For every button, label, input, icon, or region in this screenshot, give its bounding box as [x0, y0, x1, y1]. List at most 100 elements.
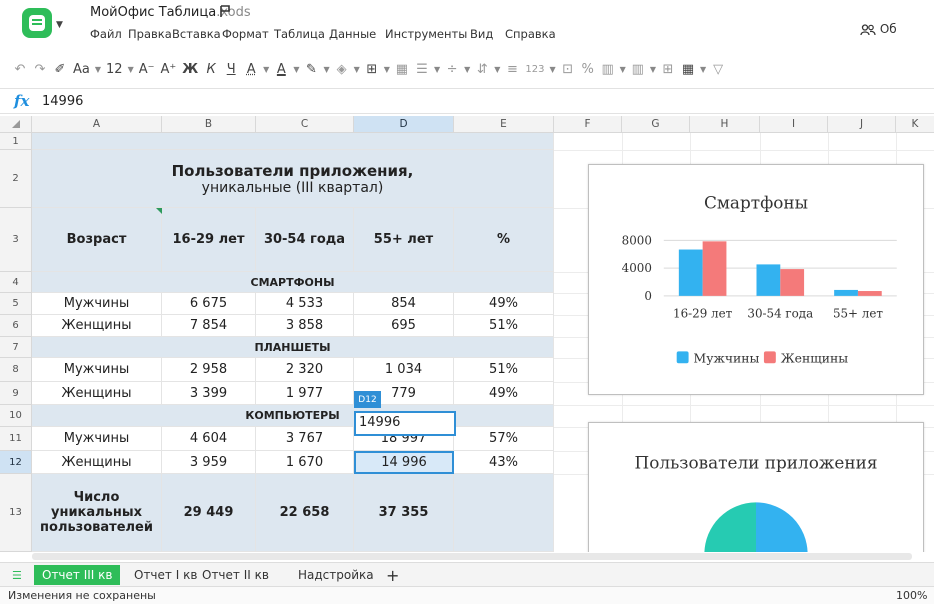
font-size-select[interactable]: 12	[103, 56, 126, 82]
row-header-10[interactable]: 10	[0, 405, 32, 427]
strike-button[interactable]: A	[241, 56, 261, 82]
column-header-c[interactable]: C	[256, 116, 354, 133]
filter-icon[interactable]: ▽	[708, 56, 728, 82]
row-header-1[interactable]: 1	[0, 133, 32, 150]
column-header-a[interactable]: A	[32, 116, 162, 133]
conditional-format-icon[interactable]: ▦	[678, 56, 698, 82]
sheet-tab-addon[interactable]: Надстройка	[290, 565, 382, 585]
cell-b11[interactable]: 4 604	[162, 427, 256, 451]
section-tablets[interactable]: ПЛАНШЕТЫ	[32, 337, 554, 358]
row-header-5[interactable]: 5	[0, 293, 32, 315]
table-title-cell[interactable]: Пользователи приложения, уникальные (III…	[32, 150, 554, 208]
highlight-icon[interactable]: ✎	[301, 56, 321, 82]
chevron-down-icon[interactable]: ▼	[620, 65, 626, 74]
cell-a11[interactable]: Мужчины	[32, 427, 162, 451]
cell-e6[interactable]: 51%	[454, 315, 554, 337]
chevron-down-icon[interactable]: ▼	[384, 65, 390, 74]
column-header-h[interactable]: H	[690, 116, 760, 133]
cell-c6[interactable]: 3 858	[256, 315, 354, 337]
cell-e11[interactable]: 57%	[454, 427, 554, 451]
row-header-12[interactable]: 12	[0, 451, 32, 474]
cell-b8[interactable]: 2 958	[162, 358, 256, 382]
borders-icon[interactable]: ⊞	[362, 56, 382, 82]
cell-c12[interactable]: 1 670	[256, 451, 354, 474]
cell-a12[interactable]: Женщины	[32, 451, 162, 474]
share-button[interactable]: Об	[860, 22, 897, 36]
decimal-icon[interactable]: ⊡	[558, 56, 578, 82]
cell-c9[interactable]: 1 977	[256, 382, 354, 405]
header-55plus[interactable]: 55+ лет	[354, 208, 454, 272]
column-header-i[interactable]: I	[760, 116, 828, 133]
menu-help[interactable]: Справка	[505, 27, 556, 41]
row-header-8[interactable]: 8	[0, 358, 32, 382]
cell-b12[interactable]: 3 959	[162, 451, 256, 474]
cell-d13[interactable]: 37 355	[354, 474, 454, 552]
users-pie-chart[interactable]: Пользователи приложения	[588, 422, 924, 552]
cell-b9[interactable]: 3 399	[162, 382, 256, 405]
decrease-font-button[interactable]: A⁻	[136, 56, 158, 82]
horizontal-scrollbar[interactable]	[32, 553, 912, 560]
cell-a6[interactable]: Женщины	[32, 315, 162, 337]
cell-a9[interactable]: Женщины	[32, 382, 162, 405]
chevron-down-icon[interactable]: ▼	[128, 65, 134, 74]
cell-c13[interactable]: 22 658	[256, 474, 354, 552]
italic-button[interactable]: К	[201, 56, 221, 82]
chevron-down-icon[interactable]: ▼	[650, 65, 656, 74]
column-header-b[interactable]: B	[162, 116, 256, 133]
chevron-down-icon[interactable]: ▼	[95, 65, 101, 74]
menu-tools[interactable]: Инструменты	[385, 27, 467, 41]
table-icon[interactable]: ⊞	[658, 56, 678, 82]
increase-font-button[interactable]: A⁺	[157, 56, 179, 82]
column-header-k[interactable]: K	[896, 116, 934, 133]
row-header-9[interactable]: 9	[0, 382, 32, 405]
header-30-54[interactable]: 30-54 года	[256, 208, 354, 272]
wrap-text-icon[interactable]: ⇵	[472, 56, 492, 82]
cell-e5[interactable]: 49%	[454, 293, 554, 315]
delete-column-icon[interactable]: ▥	[628, 56, 648, 82]
cell-d8[interactable]: 1 034	[354, 358, 454, 382]
sheet-tab-q2[interactable]: Отчет II кв	[194, 565, 277, 585]
sheet-list-icon[interactable]: ☰	[4, 565, 30, 585]
menu-edit[interactable]: Правка	[128, 27, 172, 41]
menu-view[interactable]: Вид	[470, 27, 493, 41]
bold-button[interactable]: Ж	[179, 56, 201, 82]
header-16-29[interactable]: 16-29 лет	[162, 208, 256, 272]
add-sheet-button[interactable]: +	[378, 565, 407, 585]
cell-c8[interactable]: 2 320	[256, 358, 354, 382]
cell-editor-input[interactable]: 14996	[354, 411, 456, 436]
align-left-icon[interactable]: ☰	[412, 56, 432, 82]
menu-data[interactable]: Данные	[329, 27, 376, 41]
cell-e13[interactable]	[454, 474, 554, 552]
chevron-down-icon[interactable]: ▼	[323, 65, 329, 74]
chevron-down-icon[interactable]: ▼	[263, 65, 269, 74]
formula-input[interactable]: 14996	[42, 94, 83, 109]
cell-a8[interactable]: Мужчины	[32, 358, 162, 382]
row-header-2[interactable]: 2	[0, 150, 32, 208]
select-all-corner[interactable]	[0, 116, 32, 133]
number-format-button[interactable]: 123	[522, 56, 547, 82]
underline-button[interactable]: Ч	[221, 56, 241, 82]
total-users-label[interactable]: Число уникальных пользователей	[32, 474, 162, 552]
column-header-d[interactable]: D	[354, 116, 454, 133]
smartphones-bar-chart[interactable]: Смартфоны 8000 4000 0 16-29 лет 30-54 года 5…	[588, 164, 924, 395]
percent-button[interactable]: %	[578, 56, 598, 82]
column-header-f[interactable]: F	[554, 116, 622, 133]
row-header-7[interactable]: 7	[0, 337, 32, 358]
pin-icon[interactable]	[218, 4, 232, 18]
text-color-button[interactable]: A	[271, 56, 291, 82]
row-header-6[interactable]: 6	[0, 315, 32, 337]
chevron-down-icon[interactable]: ▼	[464, 65, 470, 74]
cell-e9[interactable]: 49%	[454, 382, 554, 405]
section-smartphones[interactable]: СМАРТФОНЫ	[32, 272, 554, 293]
function-icon[interactable]: fx	[14, 92, 29, 110]
chevron-down-icon[interactable]: ▼	[434, 65, 440, 74]
cell-c11[interactable]: 3 767	[256, 427, 354, 451]
row-header-11[interactable]: 11	[0, 427, 32, 451]
header-age[interactable]: Возраст	[32, 208, 162, 272]
format-painter-icon[interactable]: ✐	[50, 56, 70, 82]
active-cell-d12[interactable]: 14 996	[354, 451, 454, 474]
cell-b5[interactable]: 6 675	[162, 293, 256, 315]
column-header-e[interactable]: E	[454, 116, 554, 133]
cell-d6[interactable]: 695	[354, 315, 454, 337]
row-header-3[interactable]: 3	[0, 208, 32, 272]
